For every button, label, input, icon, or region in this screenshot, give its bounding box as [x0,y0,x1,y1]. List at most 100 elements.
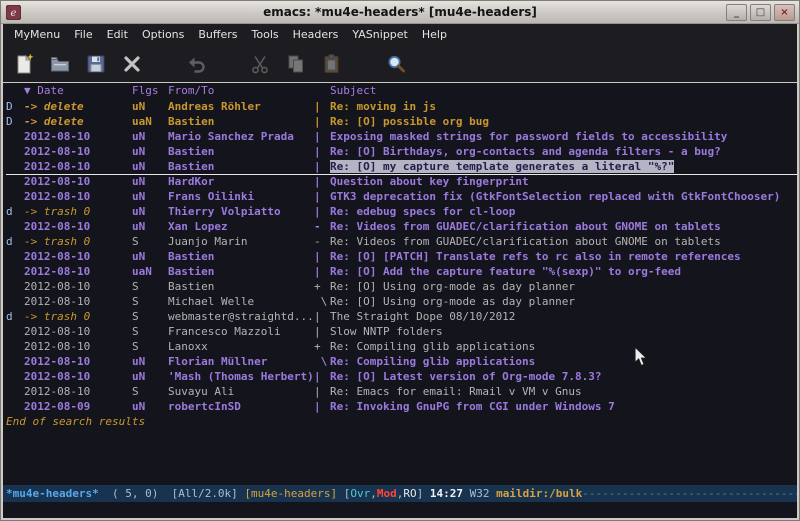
message-row[interactable]: 2012-08-10uNMario Sanchez Prada|Exposing… [6,129,797,144]
message-from: Bastien [168,159,314,174]
paste-icon[interactable] [319,51,345,77]
open-folder-icon[interactable] [47,51,73,77]
message-flags: uaN [132,114,168,129]
menu-item-mymenu[interactable]: MyMenu [7,24,67,46]
message-row[interactable]: 2012-08-10uNHardKor|Question about key f… [6,174,797,189]
message-row[interactable]: 2012-08-10uN'Mash (Thomas Herbert)|Re: [… [6,369,797,384]
thread-indicator: | [314,144,330,159]
copy-icon[interactable] [283,51,309,77]
message-row[interactable]: 2012-08-10uNFrans Oilinki|GTK3 deprecati… [6,189,797,204]
message-row[interactable]: d-> trash 0uNThierry Volpiatto|Re: edebu… [6,204,797,219]
column-header-from[interactable]: From/To [168,83,314,99]
message-date: -> delete [24,99,132,114]
message-row[interactable]: D-> deleteuaNBastien|Re: [O] possible or… [6,114,797,129]
column-header-flags[interactable]: Flgs [132,83,168,99]
message-row[interactable]: 2012-08-10SFrancesco Mazzoli|Slow NNTP f… [6,324,797,339]
message-mark [6,249,24,264]
message-flags: S [132,234,168,249]
message-row[interactable]: d-> trash 0SJuanjo Marin-Re: Videos from… [6,234,797,249]
message-subject-cell: Slow NNTP folders [330,324,797,339]
message-subject-cell: Re: Invoking GnuPG from CGI under Window… [330,399,797,414]
menu-item-buffers[interactable]: Buffers [191,24,244,46]
window-controls: _□× [723,4,795,21]
thread-indicator: - [314,219,330,234]
message-date: -> trash 0 [24,234,132,249]
message-subject-cell: Re: [O] [PATCH] Translate refs to rc als… [330,249,797,264]
menu-item-help[interactable]: Help [415,24,454,46]
message-date: 2012-08-10 [24,264,132,279]
message-row[interactable]: D-> deleteuNAndreas Röhler|Re: moving in… [6,99,797,114]
message-subject: Re: moving in js [330,100,436,113]
message-row[interactable]: 2012-08-10SSuvayu Ali|Re: Emacs for emai… [6,384,797,399]
kill-buffer-icon[interactable] [119,51,145,77]
message-flags: uN [132,399,168,414]
message-subject-cell: Re: Videos from GUADEC/clarification abo… [330,219,797,234]
message-date: 2012-08-10 [24,384,132,399]
message-date: 2012-08-10 [24,174,132,189]
cut-icon[interactable] [247,51,273,77]
message-subject: Re: Videos from GUADEC/clarification abo… [330,220,721,233]
message-row[interactable]: 2012-08-10uNBastien|Re: [O] my capture t… [6,159,797,174]
message-row[interactable]: 2012-08-10SLanoxx+Re: Compiling glib app… [6,339,797,354]
message-flags: uN [132,99,168,114]
message-subject: Question about key fingerprint [330,175,529,188]
title-bar[interactable]: e emacs: *mu4e-headers* [mu4e-headers] _… [1,1,799,24]
message-row[interactable]: 2012-08-09uNrobertcInSD|Re: Invoking Gnu… [6,399,797,414]
search-icon[interactable] [383,51,409,77]
menu-item-edit[interactable]: Edit [100,24,135,46]
menu-item-tools[interactable]: Tools [245,24,286,46]
message-subject: Re: Compiling glib applications [330,355,535,368]
message-mark [6,369,24,384]
message-date: 2012-08-10 [24,324,132,339]
message-subject: Re: [O] Latest version of Org-mode 7.8.3… [330,370,602,383]
message-subject-cell: Re: [O] Using org-mode as day planner [330,294,797,309]
message-from: 'Mash (Thomas Herbert) [168,369,314,384]
menu-item-yasnippet[interactable]: YASnippet [345,24,414,46]
header-line: ▼ Date Flgs From/To Subject [6,83,797,99]
maximize-button[interactable]: □ [750,4,771,21]
message-row[interactable]: 2012-08-10SMichael Welle \Re: [O] Using … [6,294,797,309]
message-mark [6,294,24,309]
message-subject-cell: The Straight Dope 08/10/2012 [330,309,797,324]
message-row[interactable]: 2012-08-10SBastien+Re: [O] Using org-mod… [6,279,797,294]
message-row[interactable]: 2012-08-10uNBastien|Re: [O] [PATCH] Tran… [6,249,797,264]
modeline-segment-mod: Mod [377,487,397,500]
menu-item-options[interactable]: Options [135,24,191,46]
message-mark [6,324,24,339]
message-from: Mario Sanchez Prada [168,129,314,144]
modeline-segment-folder: maildir:/bulk [496,487,582,500]
message-row[interactable]: 2012-08-10uNBastien|Re: [O] Birthdays, o… [6,144,797,159]
message-date: 2012-08-10 [24,189,132,204]
column-header-thread [314,83,330,99]
message-from: HardKor [168,174,314,189]
mouse-cursor [634,346,649,368]
message-row[interactable]: d-> trash 0Swebmaster@straightd...|The S… [6,309,797,324]
message-row[interactable]: 2012-08-10uaNBastien|Re: [O] Add the cap… [6,264,797,279]
message-from: Juanjo Marin [168,234,314,249]
modeline-segment-plain: [All/2.0k] [172,487,245,500]
message-row[interactable]: 2012-08-10uNXan Lopez-Re: Videos from GU… [6,219,797,234]
column-header-subject[interactable]: Subject [330,83,797,99]
save-icon[interactable] [83,51,109,77]
message-subject: Slow NNTP folders [330,325,443,338]
new-document-icon[interactable] [11,51,37,77]
menu-item-file[interactable]: File [67,24,99,46]
menu-item-headers[interactable]: Headers [286,24,346,46]
message-date: 2012-08-10 [24,369,132,384]
thread-indicator: | [314,189,330,204]
close-button[interactable]: × [774,4,795,21]
message-date: 2012-08-10 [24,339,132,354]
message-from: Suvayu Ali [168,384,314,399]
message-mark [6,174,24,189]
message-subject: Re: [O] Using org-mode as day planner [330,295,575,308]
message-date: 2012-08-10 [24,219,132,234]
message-mark: d [6,204,24,219]
thread-indicator: | [314,129,330,144]
message-mark [6,129,24,144]
column-header-date[interactable]: ▼ Date [24,83,132,99]
undo-icon[interactable] [183,51,209,77]
minimize-button[interactable]: _ [726,4,747,21]
thread-indicator: | [314,99,330,114]
message-from: Francesco Mazzoli [168,324,314,339]
message-row[interactable]: 2012-08-10uNFlorian Müllner \Re: Compili… [6,354,797,369]
